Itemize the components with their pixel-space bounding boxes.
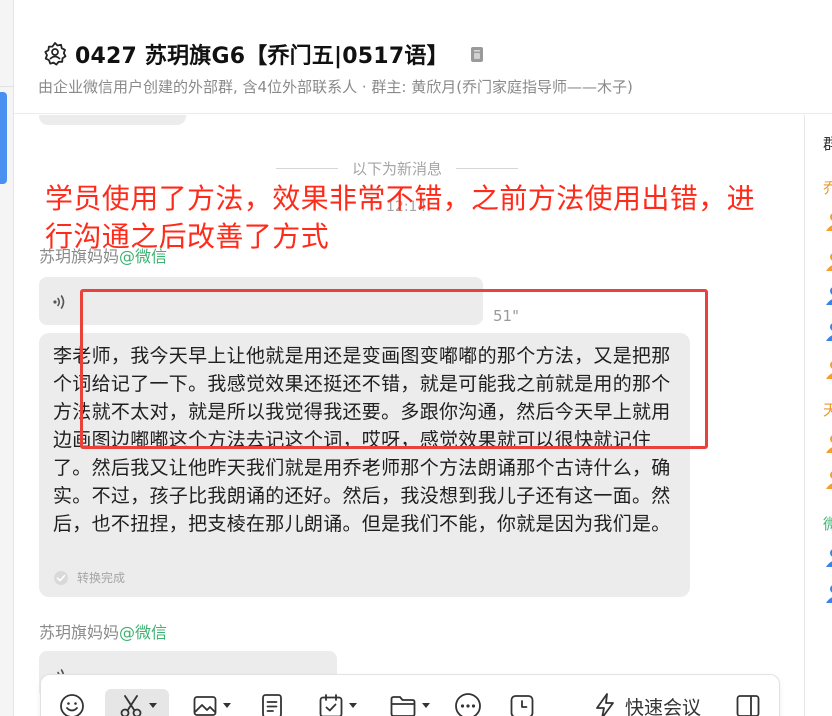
scissors-icon	[120, 695, 141, 716]
lightning-icon	[596, 693, 614, 716]
toggle-side-panel-button[interactable]	[731, 689, 765, 716]
history-button[interactable]	[505, 689, 539, 716]
annotation-highlight-box	[80, 289, 708, 449]
member-avatar-icon[interactable]	[824, 547, 832, 567]
input-toolbar: 快速会议	[40, 674, 780, 716]
member-avatar-icon[interactable]	[824, 583, 832, 603]
edit-icon[interactable]	[469, 45, 485, 63]
quick-meeting-button[interactable]: 快速会议	[593, 689, 713, 716]
panel-label-fragment: 微	[823, 513, 832, 534]
member-avatar-icon[interactable]	[824, 285, 832, 305]
calendar-check-icon	[319, 694, 342, 716]
annotation-text: 学员使用了方法，效果非常不错，之前方法使用出错，进 行沟通之后改善了方式	[45, 180, 832, 256]
transcript-status-label: 转换完成	[77, 571, 126, 585]
transcript-status: 转换完成	[53, 569, 125, 586]
panel-label-fragment: 天	[823, 399, 832, 420]
sender-name: 苏玥旗妈妈	[39, 623, 120, 642]
member-avatar-icon[interactable]	[824, 433, 832, 453]
sender-source: @微信	[119, 623, 168, 642]
document-button[interactable]	[255, 689, 289, 716]
group-badge-icon	[41, 40, 69, 68]
folder-button[interactable]	[383, 689, 435, 716]
image-button[interactable]	[185, 689, 237, 716]
panel-label-fragment: 群	[823, 133, 832, 154]
more-icon	[455, 693, 481, 716]
side-panel-icon	[736, 695, 760, 716]
previous-message-bubble[interactable]	[39, 115, 186, 125]
clock-icon	[510, 695, 534, 716]
quick-meeting-label: 快速会议	[625, 696, 702, 716]
new-messages-divider: 以下为新消息	[276, 158, 519, 179]
chat-header: 0427 苏玥旗G6【乔门五|0517语】 由企业微信用户创建的外部群, 含4位…	[14, 0, 832, 114]
member-avatar-icon[interactable]	[824, 321, 832, 341]
chevron-down-icon	[421, 703, 430, 708]
divider-line	[276, 168, 338, 169]
message-sender: 苏玥旗妈妈@微信	[39, 619, 167, 643]
emoji-icon	[60, 694, 84, 716]
active-conversation-indicator	[0, 92, 7, 184]
group-subtitle: 由企业微信用户创建的外部群, 含4位外部联系人 · 群主: 黄欣月(乔门家庭指导…	[38, 78, 633, 96]
image-icon	[193, 696, 216, 716]
chevron-down-icon	[348, 703, 357, 708]
schedule-button[interactable]	[311, 689, 363, 716]
check-circle-icon	[53, 570, 69, 586]
voice-wave-icon	[51, 293, 69, 311]
title-row: 0427 苏玥旗G6【乔门五|0517语】	[41, 38, 485, 70]
document-icon	[262, 694, 282, 716]
divider-line	[456, 168, 519, 169]
member-avatar-icon[interactable]	[824, 359, 832, 379]
new-messages-label: 以下为新消息	[352, 160, 443, 178]
chevron-down-icon	[148, 703, 157, 708]
annotation-line: 学员使用了方法，效果非常不错，之前方法使用出错，进	[45, 182, 756, 215]
folder-icon	[390, 696, 415, 716]
member-avatar-icon[interactable]	[824, 469, 832, 489]
page-title: 0427 苏玥旗G6【乔门五|0517语】	[75, 44, 449, 69]
screenshot-button[interactable]	[105, 689, 169, 716]
sidebar-divider	[0, 86, 14, 87]
emoji-button[interactable]	[55, 689, 89, 716]
left-sidebar-strip	[0, 0, 14, 716]
annotation-line: 行沟通之后改善了方式	[45, 220, 330, 253]
more-options-button[interactable]	[451, 689, 485, 716]
chevron-down-icon	[222, 703, 231, 708]
